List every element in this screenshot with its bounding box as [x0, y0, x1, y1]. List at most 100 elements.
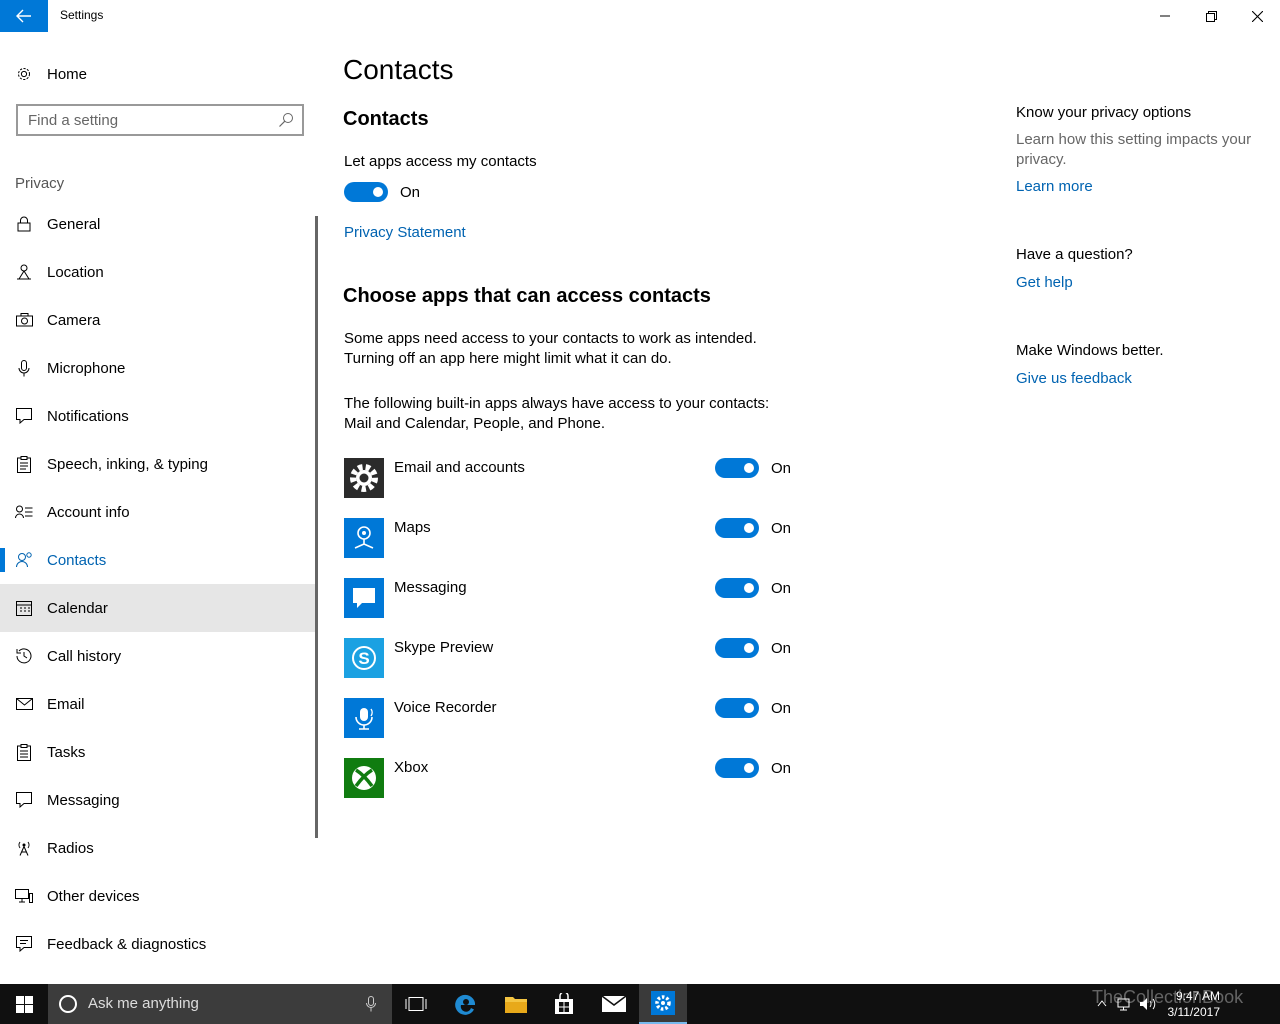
sidebar-item-label: Calendar [47, 599, 108, 617]
sidebar-item-camera[interactable]: Camera [0, 296, 318, 344]
app-state: On [771, 580, 792, 597]
access-state: On [400, 184, 421, 201]
sidebar-item-label: Microphone [47, 359, 126, 377]
sidebar-item-speech[interactable]: Speech, inking, & typing [0, 440, 318, 488]
microphone-icon[interactable] [366, 996, 376, 1012]
learn-more-link[interactable]: Learn more [1016, 178, 1093, 195]
sidebar-item-location[interactable]: Location [0, 248, 318, 296]
active-indicator [0, 548, 5, 572]
xbox-icon [352, 766, 376, 790]
close-button[interactable] [1234, 0, 1280, 32]
section-label-privacy: Privacy [15, 175, 65, 192]
privacy-statement-link[interactable]: Privacy Statement [344, 224, 466, 241]
toggle-knob [744, 523, 754, 533]
camera-icon [15, 311, 33, 329]
sidebar-item-email[interactable]: Email [0, 680, 318, 728]
sidebar-item-label: Camera [47, 311, 101, 329]
app-state: On [771, 520, 792, 537]
app-name: Skype Preview [394, 639, 494, 656]
nav-home[interactable]: Home [0, 56, 320, 92]
app-toggle-voice-recorder[interactable] [715, 698, 759, 718]
window-title: Settings [60, 8, 104, 22]
sidebar-item-other-devices[interactable]: Other devices [0, 872, 318, 920]
skype-icon: S [352, 646, 376, 670]
sidebar-item-feedback[interactable]: Feedback & diagnostics [0, 920, 318, 968]
get-help-link[interactable]: Get help [1016, 274, 1073, 291]
app-state: On [771, 460, 792, 477]
sidebar-item-calendar[interactable]: Calendar [0, 584, 318, 632]
app-toggle-skype[interactable] [715, 638, 759, 658]
gear-icon [350, 464, 378, 492]
maps-icon [354, 526, 374, 549]
sidebar-item-label: Email [47, 695, 85, 713]
action-center-button[interactable] [1232, 984, 1280, 1024]
sidebar-item-general[interactable]: General [0, 200, 318, 248]
contacts-icon [15, 551, 33, 569]
windows-better-heading: Make Windows better. [1016, 342, 1164, 359]
toggle-knob [744, 643, 754, 653]
app-tile [344, 518, 384, 558]
section-title: Contacts [343, 108, 429, 130]
choose-apps-title: Choose apps that can access contacts [343, 285, 711, 307]
restore-button[interactable] [1188, 0, 1234, 32]
sidebar-item-call-history[interactable]: Call history [0, 632, 318, 680]
app-name: Messaging [394, 579, 467, 596]
windows-logo-icon [15, 995, 33, 1013]
sidebar-item-label: Call history [47, 647, 122, 665]
sidebar-item-label: Location [47, 263, 104, 281]
sidebar-item-messaging[interactable]: Messaging [0, 776, 318, 824]
edge-button[interactable] [442, 984, 490, 1024]
app-row-maps: Maps On [344, 518, 804, 558]
arrow-left-icon [16, 9, 31, 23]
app-name: Email and accounts [394, 459, 525, 476]
sidebar-item-contacts[interactable]: Contacts [0, 536, 318, 584]
sidebar-item-radios[interactable]: Radios [0, 824, 318, 872]
email-icon [15, 695, 33, 713]
app-tile [344, 698, 384, 738]
sidebar-item-label: Notifications [47, 407, 129, 425]
clock[interactable]: 9:47 AM 3/11/2017 [1168, 988, 1221, 1020]
message-bubble-icon [353, 588, 375, 608]
app-toggle-email-accounts[interactable] [715, 458, 759, 478]
app-state: On [771, 700, 792, 717]
sidebar-item-label: Other devices [47, 887, 140, 905]
give-feedback-link[interactable]: Give us feedback [1016, 370, 1132, 387]
contacts-access-toggle[interactable] [344, 182, 388, 202]
start-button[interactable] [0, 984, 48, 1024]
sidebar-item-tasks[interactable]: Tasks [0, 728, 318, 776]
sidebar-item-microphone[interactable]: Microphone [0, 344, 318, 392]
app-row-xbox: Xbox On [344, 758, 804, 798]
sidebar-item-account-info[interactable]: Account info [0, 488, 318, 536]
sidebar-scrollbar[interactable] [315, 216, 318, 838]
gear-icon [15, 65, 33, 83]
messaging-icon [15, 791, 33, 809]
minimize-icon [1160, 15, 1170, 17]
search-input[interactable]: Find a setting [16, 104, 304, 136]
store-button[interactable] [540, 984, 588, 1024]
minimize-button[interactable] [1142, 0, 1188, 32]
page-title: Contacts [343, 54, 454, 85]
location-icon [15, 263, 33, 281]
settings-taskbar-button[interactable] [639, 984, 687, 1024]
title-bar: Settings [0, 0, 1280, 32]
taskbar: Ask me anything TheCollectionBook 9:47 A… [0, 984, 1280, 1024]
sidebar-item-notifications[interactable]: Notifications [0, 392, 318, 440]
lock-icon [15, 215, 33, 233]
history-icon [15, 647, 33, 665]
app-toggle-messaging[interactable] [715, 578, 759, 598]
edge-icon [455, 994, 475, 1015]
calendar-icon [15, 599, 33, 617]
cortana-search-box[interactable]: Ask me anything [48, 984, 392, 1024]
file-explorer-button[interactable] [492, 984, 540, 1024]
mail-button[interactable] [590, 984, 638, 1024]
radios-icon [15, 839, 33, 857]
app-toggle-xbox[interactable] [715, 758, 759, 778]
app-toggle-maps[interactable] [715, 518, 759, 538]
toggle-knob [373, 187, 383, 197]
task-view-button[interactable] [392, 984, 440, 1024]
app-tile: S [344, 638, 384, 678]
back-button[interactable] [0, 0, 48, 32]
builtin-line-2: Mail and Calendar, People, and Phone. [344, 415, 606, 432]
system-tray-icons[interactable] [1096, 996, 1160, 1012]
access-label: Let apps access my contacts [344, 153, 537, 170]
